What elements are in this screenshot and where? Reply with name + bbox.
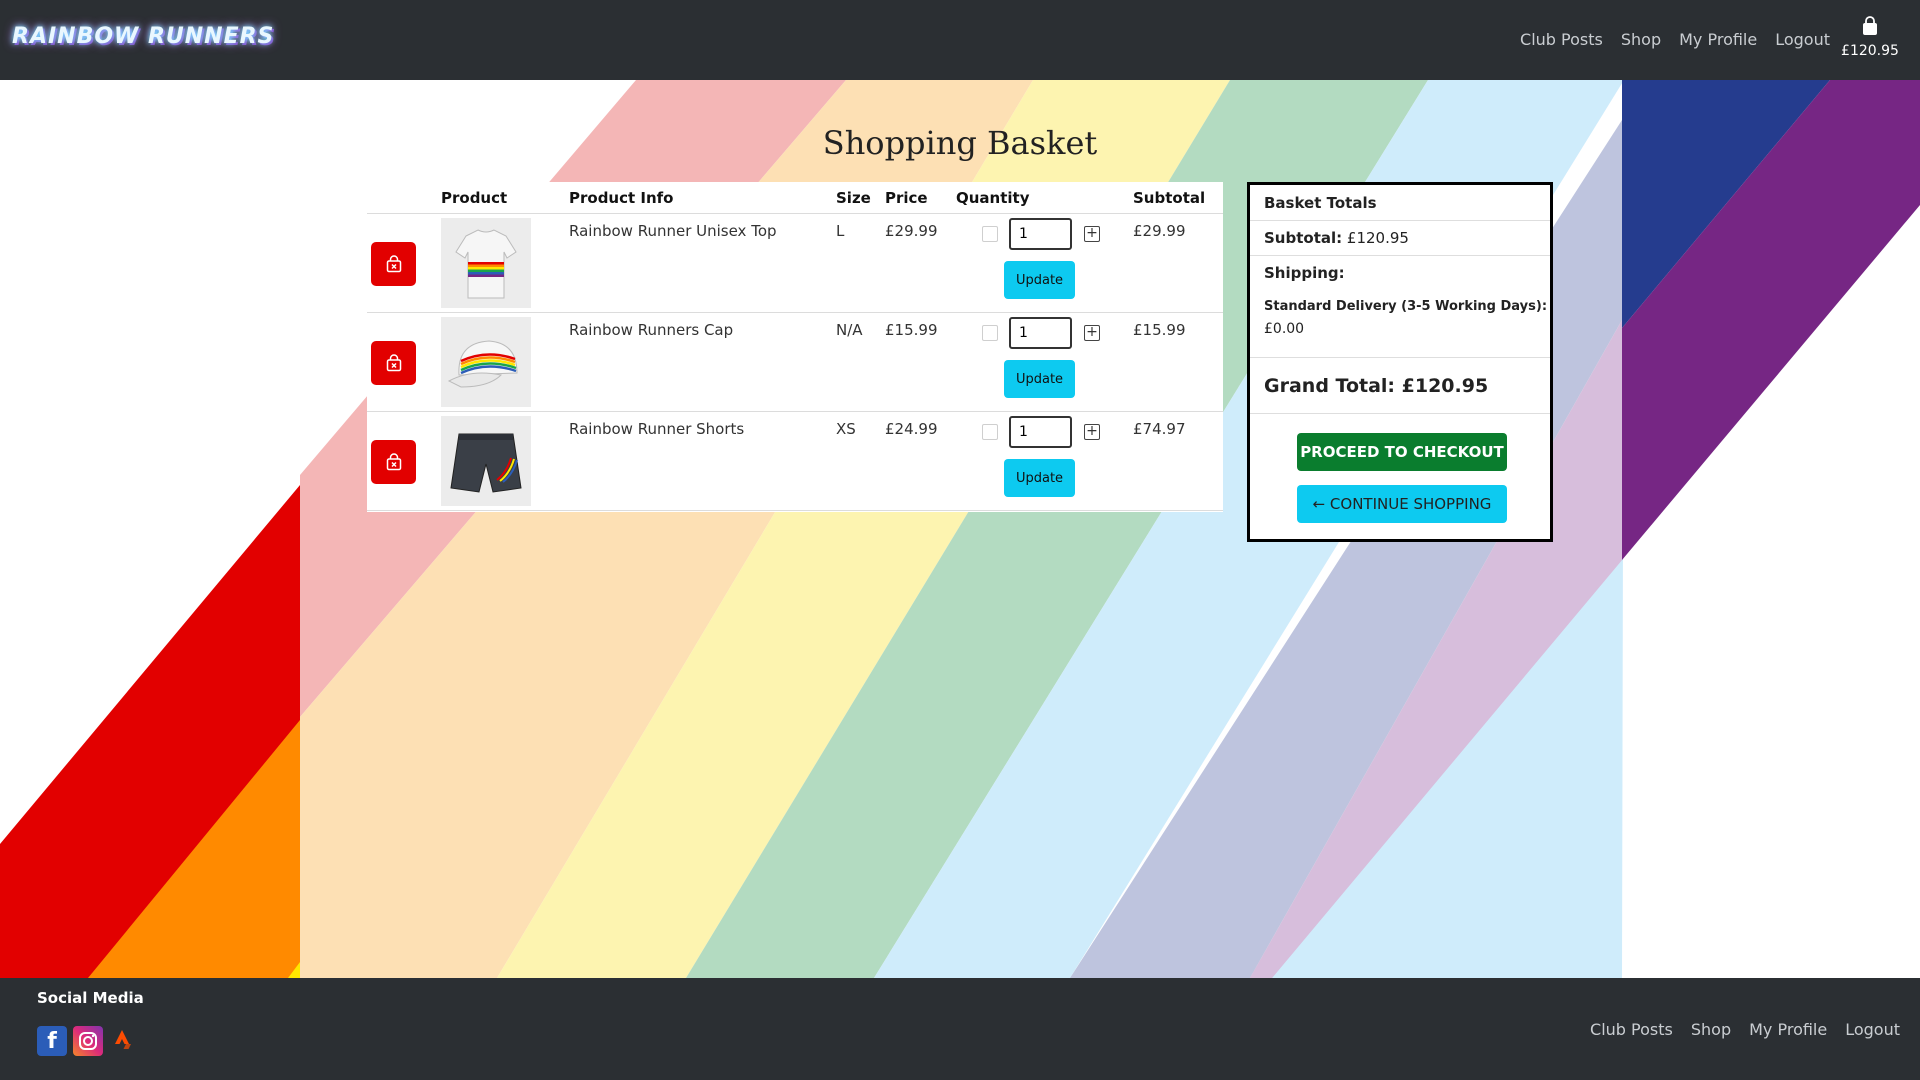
footer-club-posts[interactable]: Club Posts	[1590, 1020, 1673, 1039]
product-image-cap[interactable]	[441, 317, 531, 407]
quantity-decrement-checkbox[interactable]	[982, 325, 998, 341]
product-size: L	[836, 222, 845, 240]
quantity-input[interactable]	[1009, 218, 1072, 250]
remove-item-button[interactable]	[371, 242, 416, 286]
footer: Social Media f Club Posts Shop My Profil…	[0, 978, 1920, 1080]
quantity-input[interactable]	[1009, 317, 1072, 349]
shopping-bag-icon	[1863, 16, 1877, 35]
footer-logout[interactable]: Logout	[1845, 1020, 1900, 1039]
instagram-icon[interactable]	[73, 1026, 103, 1056]
proceed-to-checkout-button[interactable]: PROCEED TO CHECKOUT	[1297, 433, 1507, 471]
divider	[1250, 220, 1550, 221]
product-size: XS	[836, 420, 856, 438]
header-product-info: Product Info	[569, 189, 674, 207]
remove-bag-icon	[386, 453, 401, 471]
brand-logo[interactable]: RAINBOW RUNNERS	[12, 24, 274, 49]
update-quantity-button[interactable]: Update	[1004, 459, 1075, 497]
table-row: Rainbow Runners Cap N/A £15.99 + Update …	[367, 313, 1223, 412]
page-title: Shopping Basket	[822, 124, 1098, 162]
divider	[1250, 413, 1550, 414]
product-price: £29.99	[885, 222, 938, 240]
header-subtotal: Subtotal	[1133, 189, 1206, 207]
remove-item-button[interactable]	[371, 341, 416, 385]
product-subtotal: £74.97	[1133, 420, 1186, 438]
continue-shopping-button[interactable]: ← CONTINUE SHOPPING	[1297, 485, 1507, 523]
subtotal-value: £120.95	[1346, 229, 1409, 247]
totals-heading: Basket Totals	[1264, 194, 1377, 212]
remove-item-button[interactable]	[371, 440, 416, 484]
product-subtotal: £15.99	[1133, 321, 1186, 339]
quantity-increment-button[interactable]: +	[1084, 226, 1100, 242]
product-name: Rainbow Runner Unisex Top	[569, 222, 777, 240]
remove-bag-icon	[386, 354, 401, 372]
table-header: Product Product Info Size Price Quantity…	[367, 182, 1223, 214]
product-image-shorts[interactable]	[441, 416, 531, 506]
quantity-decrement-checkbox[interactable]	[982, 424, 998, 440]
product-subtotal: £29.99	[1133, 222, 1186, 240]
header-quantity: Quantity	[956, 189, 1030, 207]
continue-shopping-label: CONTINUE SHOPPING	[1329, 495, 1492, 513]
quantity-increment-button[interactable]: +	[1084, 424, 1100, 440]
header-product: Product	[441, 189, 508, 207]
social-media-title: Social Media	[37, 989, 144, 1007]
subtotal-label: Subtotal:	[1264, 229, 1343, 247]
arrow-left-icon: ←	[1312, 495, 1326, 513]
divider	[1250, 255, 1550, 256]
top-navbar: RAINBOW RUNNERS Club Posts Shop My Profi…	[0, 0, 1920, 80]
quantity-increment-button[interactable]: +	[1084, 325, 1100, 341]
basket-widget[interactable]: £120.95	[1840, 16, 1900, 59]
quantity-input[interactable]	[1009, 416, 1072, 448]
rainbow-background	[0, 80, 1920, 978]
nav-club-posts[interactable]: Club Posts	[1520, 30, 1603, 49]
social-icons: f	[37, 1026, 139, 1056]
delivery-label: Standard Delivery (3-5 Working Days):	[1264, 299, 1548, 314]
product-size: N/A	[836, 321, 863, 339]
table-row: Rainbow Runner Unisex Top L £29.99 + Upd…	[367, 214, 1223, 313]
facebook-icon[interactable]: f	[37, 1026, 67, 1056]
nav-logout[interactable]: Logout	[1775, 30, 1830, 49]
header-price: Price	[885, 189, 928, 207]
product-name: Rainbow Runners Cap	[569, 321, 734, 339]
subtotal-line: Subtotal: £120.95	[1264, 229, 1409, 247]
product-name: Rainbow Runner Shorts	[569, 420, 745, 438]
footer-links: Club Posts Shop My Profile Logout	[1590, 1020, 1900, 1039]
shipping-label: Shipping:	[1264, 264, 1345, 282]
footer-shop[interactable]: Shop	[1691, 1020, 1731, 1039]
divider	[1250, 357, 1550, 358]
footer-my-profile[interactable]: My Profile	[1749, 1020, 1827, 1039]
header-size: Size	[836, 189, 871, 207]
strava-icon[interactable]	[109, 1026, 139, 1056]
basket-total: £120.95	[1841, 43, 1899, 59]
product-price: £24.99	[885, 420, 938, 438]
update-quantity-button[interactable]: Update	[1004, 360, 1075, 398]
basket-totals-panel: Basket Totals Subtotal: £120.95 Shipping…	[1247, 182, 1553, 542]
basket-table: Product Product Info Size Price Quantity…	[367, 182, 1223, 512]
nav-my-profile[interactable]: My Profile	[1679, 30, 1757, 49]
quantity-decrement-checkbox[interactable]	[982, 226, 998, 242]
delivery-value: £0.00	[1264, 321, 1305, 337]
product-image-top[interactable]	[441, 218, 531, 308]
grand-total: Grand Total: £120.95	[1264, 375, 1489, 397]
remove-bag-icon	[386, 255, 401, 273]
product-price: £15.99	[885, 321, 938, 339]
update-quantity-button[interactable]: Update	[1004, 261, 1075, 299]
nav-shop[interactable]: Shop	[1621, 30, 1661, 49]
nav-links: Club Posts Shop My Profile Logout	[1520, 30, 1830, 49]
table-row: Rainbow Runner Shorts XS £24.99 + Update…	[367, 412, 1223, 511]
